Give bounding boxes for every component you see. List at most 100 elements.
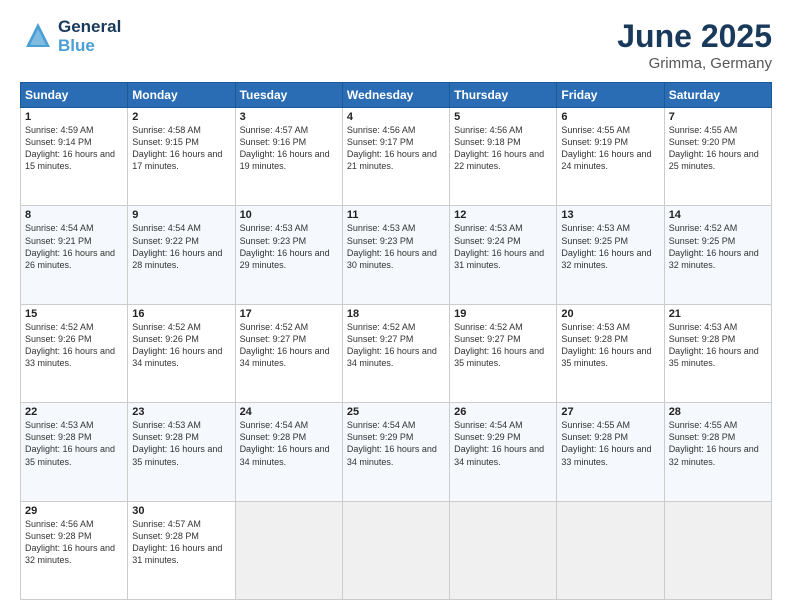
calendar-week-row: 15Sunrise: 4:52 AMSunset: 9:26 PMDayligh… bbox=[21, 304, 772, 402]
table-row: 18Sunrise: 4:52 AMSunset: 9:27 PMDayligh… bbox=[342, 304, 449, 402]
page: General Blue June 2025 Grimma, Germany S… bbox=[0, 0, 792, 612]
day-info: Sunrise: 4:58 AMSunset: 9:15 PMDaylight:… bbox=[132, 124, 230, 173]
day-number: 26 bbox=[454, 406, 552, 418]
day-info: Sunrise: 4:57 AMSunset: 9:28 PMDaylight:… bbox=[132, 518, 230, 567]
col-thursday: Thursday bbox=[450, 83, 557, 108]
day-info: Sunrise: 4:53 AMSunset: 9:28 PMDaylight:… bbox=[25, 419, 123, 468]
day-number: 22 bbox=[25, 406, 123, 418]
col-tuesday: Tuesday bbox=[235, 83, 342, 108]
table-row: 7Sunrise: 4:55 AMSunset: 9:20 PMDaylight… bbox=[664, 108, 771, 206]
day-number: 1 bbox=[25, 111, 123, 123]
day-info: Sunrise: 4:52 AMSunset: 9:26 PMDaylight:… bbox=[132, 321, 230, 370]
table-row: 25Sunrise: 4:54 AMSunset: 9:29 PMDayligh… bbox=[342, 403, 449, 501]
day-number: 24 bbox=[240, 406, 338, 418]
table-row: 28Sunrise: 4:55 AMSunset: 9:28 PMDayligh… bbox=[664, 403, 771, 501]
table-row: 15Sunrise: 4:52 AMSunset: 9:26 PMDayligh… bbox=[21, 304, 128, 402]
day-info: Sunrise: 4:54 AMSunset: 9:22 PMDaylight:… bbox=[132, 222, 230, 271]
day-number: 6 bbox=[561, 111, 659, 123]
calendar-week-row: 22Sunrise: 4:53 AMSunset: 9:28 PMDayligh… bbox=[21, 403, 772, 501]
table-row: 16Sunrise: 4:52 AMSunset: 9:26 PMDayligh… bbox=[128, 304, 235, 402]
table-row: 10Sunrise: 4:53 AMSunset: 9:23 PMDayligh… bbox=[235, 206, 342, 304]
col-monday: Monday bbox=[128, 83, 235, 108]
day-info: Sunrise: 4:52 AMSunset: 9:27 PMDaylight:… bbox=[454, 321, 552, 370]
day-info: Sunrise: 4:52 AMSunset: 9:25 PMDaylight:… bbox=[669, 222, 767, 271]
day-number: 12 bbox=[454, 209, 552, 221]
table-row: 8Sunrise: 4:54 AMSunset: 9:21 PMDaylight… bbox=[21, 206, 128, 304]
day-number: 14 bbox=[669, 209, 767, 221]
day-number: 8 bbox=[25, 209, 123, 221]
day-number: 7 bbox=[669, 111, 767, 123]
col-friday: Friday bbox=[557, 83, 664, 108]
table-row: 12Sunrise: 4:53 AMSunset: 9:24 PMDayligh… bbox=[450, 206, 557, 304]
day-number: 28 bbox=[669, 406, 767, 418]
day-info: Sunrise: 4:53 AMSunset: 9:23 PMDaylight:… bbox=[240, 222, 338, 271]
table-row bbox=[557, 501, 664, 599]
logo-blue-text: Blue bbox=[58, 37, 121, 56]
day-number: 27 bbox=[561, 406, 659, 418]
table-row: 26Sunrise: 4:54 AMSunset: 9:29 PMDayligh… bbox=[450, 403, 557, 501]
day-info: Sunrise: 4:55 AMSunset: 9:20 PMDaylight:… bbox=[669, 124, 767, 173]
day-info: Sunrise: 4:53 AMSunset: 9:24 PMDaylight:… bbox=[454, 222, 552, 271]
day-number: 29 bbox=[25, 505, 123, 517]
day-number: 10 bbox=[240, 209, 338, 221]
day-info: Sunrise: 4:55 AMSunset: 9:28 PMDaylight:… bbox=[669, 419, 767, 468]
day-number: 15 bbox=[25, 308, 123, 320]
calendar-table: Sunday Monday Tuesday Wednesday Thursday… bbox=[20, 82, 772, 600]
day-info: Sunrise: 4:57 AMSunset: 9:16 PMDaylight:… bbox=[240, 124, 338, 173]
day-info: Sunrise: 4:55 AMSunset: 9:19 PMDaylight:… bbox=[561, 124, 659, 173]
day-number: 4 bbox=[347, 111, 445, 123]
day-number: 17 bbox=[240, 308, 338, 320]
logo: General Blue bbox=[20, 18, 121, 55]
day-number: 13 bbox=[561, 209, 659, 221]
day-number: 5 bbox=[454, 111, 552, 123]
table-row bbox=[664, 501, 771, 599]
day-number: 3 bbox=[240, 111, 338, 123]
day-info: Sunrise: 4:52 AMSunset: 9:27 PMDaylight:… bbox=[347, 321, 445, 370]
calendar-week-row: 1Sunrise: 4:59 AMSunset: 9:14 PMDaylight… bbox=[21, 108, 772, 206]
day-info: Sunrise: 4:53 AMSunset: 9:28 PMDaylight:… bbox=[669, 321, 767, 370]
calendar-title: June 2025 bbox=[617, 18, 772, 55]
header: General Blue June 2025 Grimma, Germany bbox=[20, 18, 772, 72]
day-number: 19 bbox=[454, 308, 552, 320]
table-row: 22Sunrise: 4:53 AMSunset: 9:28 PMDayligh… bbox=[21, 403, 128, 501]
day-number: 16 bbox=[132, 308, 230, 320]
table-row bbox=[450, 501, 557, 599]
calendar-week-row: 8Sunrise: 4:54 AMSunset: 9:21 PMDaylight… bbox=[21, 206, 772, 304]
day-info: Sunrise: 4:53 AMSunset: 9:25 PMDaylight:… bbox=[561, 222, 659, 271]
table-row bbox=[235, 501, 342, 599]
table-row: 4Sunrise: 4:56 AMSunset: 9:17 PMDaylight… bbox=[342, 108, 449, 206]
calendar-subtitle: Grimma, Germany bbox=[617, 55, 772, 72]
day-number: 2 bbox=[132, 111, 230, 123]
day-info: Sunrise: 4:56 AMSunset: 9:18 PMDaylight:… bbox=[454, 124, 552, 173]
table-row: 9Sunrise: 4:54 AMSunset: 9:22 PMDaylight… bbox=[128, 206, 235, 304]
day-info: Sunrise: 4:54 AMSunset: 9:28 PMDaylight:… bbox=[240, 419, 338, 468]
title-block: June 2025 Grimma, Germany bbox=[617, 18, 772, 72]
table-row: 3Sunrise: 4:57 AMSunset: 9:16 PMDaylight… bbox=[235, 108, 342, 206]
day-number: 21 bbox=[669, 308, 767, 320]
day-info: Sunrise: 4:52 AMSunset: 9:26 PMDaylight:… bbox=[25, 321, 123, 370]
day-info: Sunrise: 4:53 AMSunset: 9:23 PMDaylight:… bbox=[347, 222, 445, 271]
table-row: 24Sunrise: 4:54 AMSunset: 9:28 PMDayligh… bbox=[235, 403, 342, 501]
day-info: Sunrise: 4:54 AMSunset: 9:29 PMDaylight:… bbox=[347, 419, 445, 468]
table-row: 23Sunrise: 4:53 AMSunset: 9:28 PMDayligh… bbox=[128, 403, 235, 501]
table-row: 5Sunrise: 4:56 AMSunset: 9:18 PMDaylight… bbox=[450, 108, 557, 206]
day-number: 25 bbox=[347, 406, 445, 418]
col-sunday: Sunday bbox=[21, 83, 128, 108]
day-number: 11 bbox=[347, 209, 445, 221]
day-number: 18 bbox=[347, 308, 445, 320]
day-number: 30 bbox=[132, 505, 230, 517]
day-info: Sunrise: 4:53 AMSunset: 9:28 PMDaylight:… bbox=[561, 321, 659, 370]
table-row: 11Sunrise: 4:53 AMSunset: 9:23 PMDayligh… bbox=[342, 206, 449, 304]
table-row: 27Sunrise: 4:55 AMSunset: 9:28 PMDayligh… bbox=[557, 403, 664, 501]
day-number: 9 bbox=[132, 209, 230, 221]
table-row: 30Sunrise: 4:57 AMSunset: 9:28 PMDayligh… bbox=[128, 501, 235, 599]
table-row: 13Sunrise: 4:53 AMSunset: 9:25 PMDayligh… bbox=[557, 206, 664, 304]
table-row: 29Sunrise: 4:56 AMSunset: 9:28 PMDayligh… bbox=[21, 501, 128, 599]
day-info: Sunrise: 4:54 AMSunset: 9:29 PMDaylight:… bbox=[454, 419, 552, 468]
col-saturday: Saturday bbox=[664, 83, 771, 108]
logo-general-text: General bbox=[58, 18, 121, 37]
day-info: Sunrise: 4:56 AMSunset: 9:17 PMDaylight:… bbox=[347, 124, 445, 173]
table-row: 2Sunrise: 4:58 AMSunset: 9:15 PMDaylight… bbox=[128, 108, 235, 206]
table-row: 6Sunrise: 4:55 AMSunset: 9:19 PMDaylight… bbox=[557, 108, 664, 206]
day-info: Sunrise: 4:55 AMSunset: 9:28 PMDaylight:… bbox=[561, 419, 659, 468]
